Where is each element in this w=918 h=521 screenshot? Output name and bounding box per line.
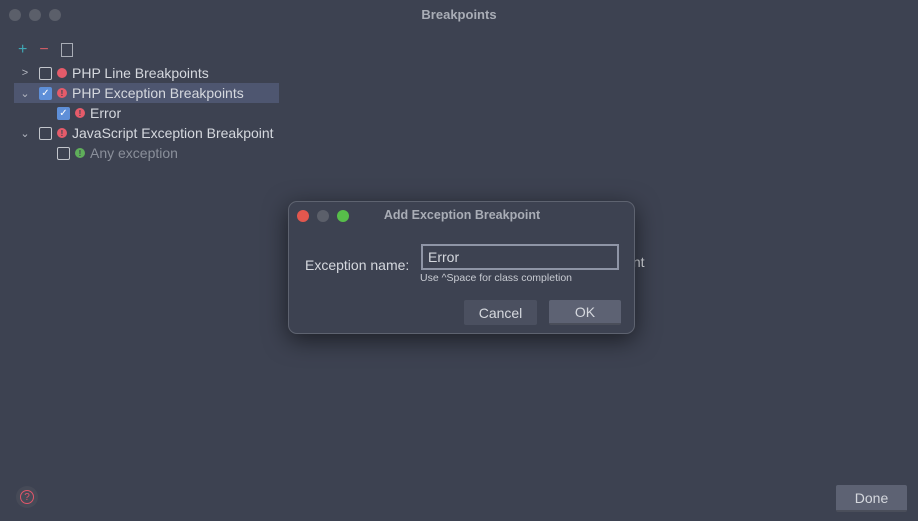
tree-item-error[interactable]: ✓ ! Error bbox=[57, 103, 121, 123]
tree-item-label: JavaScript Exception Breakpoint bbox=[72, 125, 274, 141]
ok-button[interactable]: OK bbox=[549, 300, 621, 325]
add-icon[interactable]: + bbox=[18, 41, 27, 59]
tree-item-js-exception[interactable]: ⌄ ! JavaScript Exception Breakpoint bbox=[17, 123, 274, 143]
chevron-down-icon[interactable]: ⌄ bbox=[17, 87, 33, 100]
toolbar: + − bbox=[18, 41, 73, 59]
add-exception-breakpoint-dialog: Add Exception Breakpoint Exception name:… bbox=[288, 201, 635, 334]
exception-breakpoint-icon: ! bbox=[75, 108, 85, 118]
breakpoint-icon bbox=[57, 68, 67, 78]
done-button[interactable]: Done bbox=[836, 485, 907, 512]
cancel-button[interactable]: Cancel bbox=[464, 300, 537, 325]
tree-item-any-exception[interactable]: ! Any exception bbox=[57, 143, 178, 163]
exception-breakpoint-icon: ! bbox=[75, 148, 85, 158]
checkbox[interactable]: ✓ bbox=[39, 86, 52, 100]
chevron-right-icon[interactable]: > bbox=[17, 67, 33, 79]
help-icon: ? bbox=[20, 490, 34, 504]
tree-item-label: Error bbox=[90, 105, 122, 121]
exception-name-input[interactable] bbox=[421, 244, 619, 270]
remove-icon[interactable]: − bbox=[39, 41, 48, 59]
tree-item-php-exception[interactable]: ⌄ ✓ ! PHP Exception Breakpoints bbox=[17, 83, 244, 103]
tree-item-label: PHP Line Breakpoints bbox=[72, 65, 209, 81]
checkbox[interactable] bbox=[57, 146, 70, 160]
exception-breakpoint-icon: ! bbox=[57, 88, 67, 98]
exception-name-label: Exception name: bbox=[305, 257, 410, 273]
tree-item-php-line[interactable]: > PHP Line Breakpoints bbox=[17, 63, 209, 83]
tree-item-label: Any exception bbox=[90, 145, 178, 161]
view-source-icon[interactable] bbox=[60, 43, 73, 57]
checkbox[interactable]: ✓ bbox=[57, 106, 70, 120]
tree-item-label: PHP Exception Breakpoints bbox=[72, 85, 244, 101]
exception-breakpoint-icon: ! bbox=[57, 128, 67, 138]
completion-hint: Use ^Space for class completion bbox=[420, 272, 572, 284]
dialog-title: Add Exception Breakpoint bbox=[383, 208, 541, 222]
chevron-down-icon[interactable]: ⌄ bbox=[17, 127, 33, 140]
window-title: Breakpoints bbox=[421, 7, 497, 22]
checkbox[interactable] bbox=[39, 126, 52, 140]
checkbox[interactable] bbox=[39, 66, 52, 80]
help-button[interactable]: ? bbox=[16, 486, 38, 508]
